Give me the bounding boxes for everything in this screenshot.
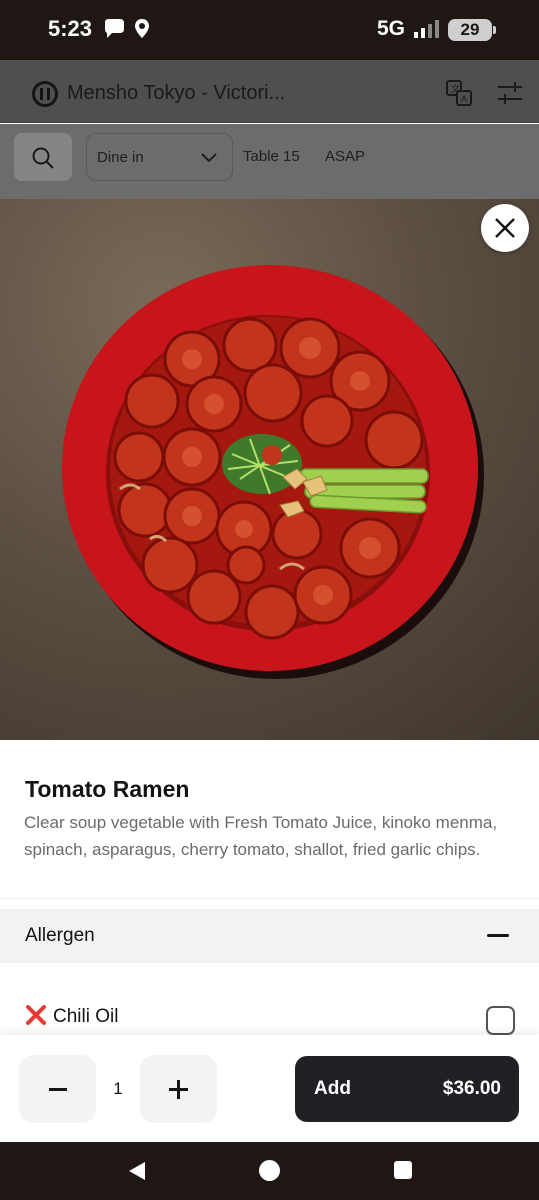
back-icon[interactable] [126, 1160, 148, 1182]
quantity-value: 1 [113, 1079, 123, 1098]
filter-bar: Dine in Table 15 ASAP [0, 124, 539, 199]
status-bar: 5:23 5G 29 [0, 0, 539, 60]
close-button[interactable] [481, 204, 529, 252]
add-button-label: Add [314, 1078, 351, 1099]
allergen-option-label: Chili Oil [53, 1006, 119, 1027]
table-label[interactable]: Table 15 [243, 148, 300, 165]
minus-icon [49, 1088, 67, 1091]
allergen-option-row[interactable]: Chili Oil [0, 995, 539, 1037]
svg-text:A: A [461, 94, 467, 104]
chevron-down-icon [201, 153, 217, 163]
item-photo [0, 199, 539, 740]
plus-icon-vertical [177, 1080, 180, 1099]
collapse-minus-icon[interactable] [487, 934, 509, 937]
svg-text:文: 文 [451, 83, 460, 94]
close-icon [495, 218, 515, 238]
brand-logo-icon [32, 81, 58, 107]
item-title: Tomato Ramen [25, 776, 190, 802]
divider [0, 898, 539, 899]
battery-indicator: 29 [448, 19, 496, 41]
system-nav-bar [0, 1142, 539, 1200]
allergen-section-header[interactable]: Allergen [0, 909, 539, 963]
chat-bubble-icon [105, 19, 124, 38]
item-description: Clear soup vegetable with Fresh Tomato J… [24, 813, 498, 859]
dine-option-select[interactable]: Dine in [86, 133, 233, 181]
increase-quantity-button[interactable] [140, 1055, 217, 1123]
home-icon[interactable] [259, 1160, 280, 1181]
dine-option-label: Dine in [97, 149, 144, 166]
search-icon [32, 147, 54, 169]
allergen-option-checkbox[interactable] [486, 1006, 515, 1035]
restaurant-name[interactable]: Mensho Tokyo - Victori... [67, 82, 285, 105]
status-time: 5:23 [48, 16, 93, 41]
tomato-ramen-bowl-image [62, 265, 484, 679]
red-x-icon [26, 1005, 46, 1025]
allergen-title: Allergen [25, 925, 95, 946]
location-pin-icon [135, 19, 149, 38]
add-to-order-button[interactable]: Add $36.00 [295, 1056, 519, 1122]
signal-icon [414, 20, 439, 38]
decrease-quantity-button[interactable] [19, 1055, 96, 1123]
add-button-price: $36.00 [442, 1078, 501, 1099]
app-header: Mensho Tokyo - Victori... 文 A [0, 60, 539, 123]
search-button[interactable] [14, 133, 72, 181]
order-action-bar: 1 Add $36.00 [0, 1035, 539, 1142]
network-type: 5G [377, 17, 406, 40]
filter-sliders-icon[interactable] [495, 78, 525, 108]
translate-icon[interactable]: 文 A [444, 78, 474, 108]
time-label[interactable]: ASAP [325, 148, 365, 165]
recent-apps-icon[interactable] [394, 1161, 412, 1179]
